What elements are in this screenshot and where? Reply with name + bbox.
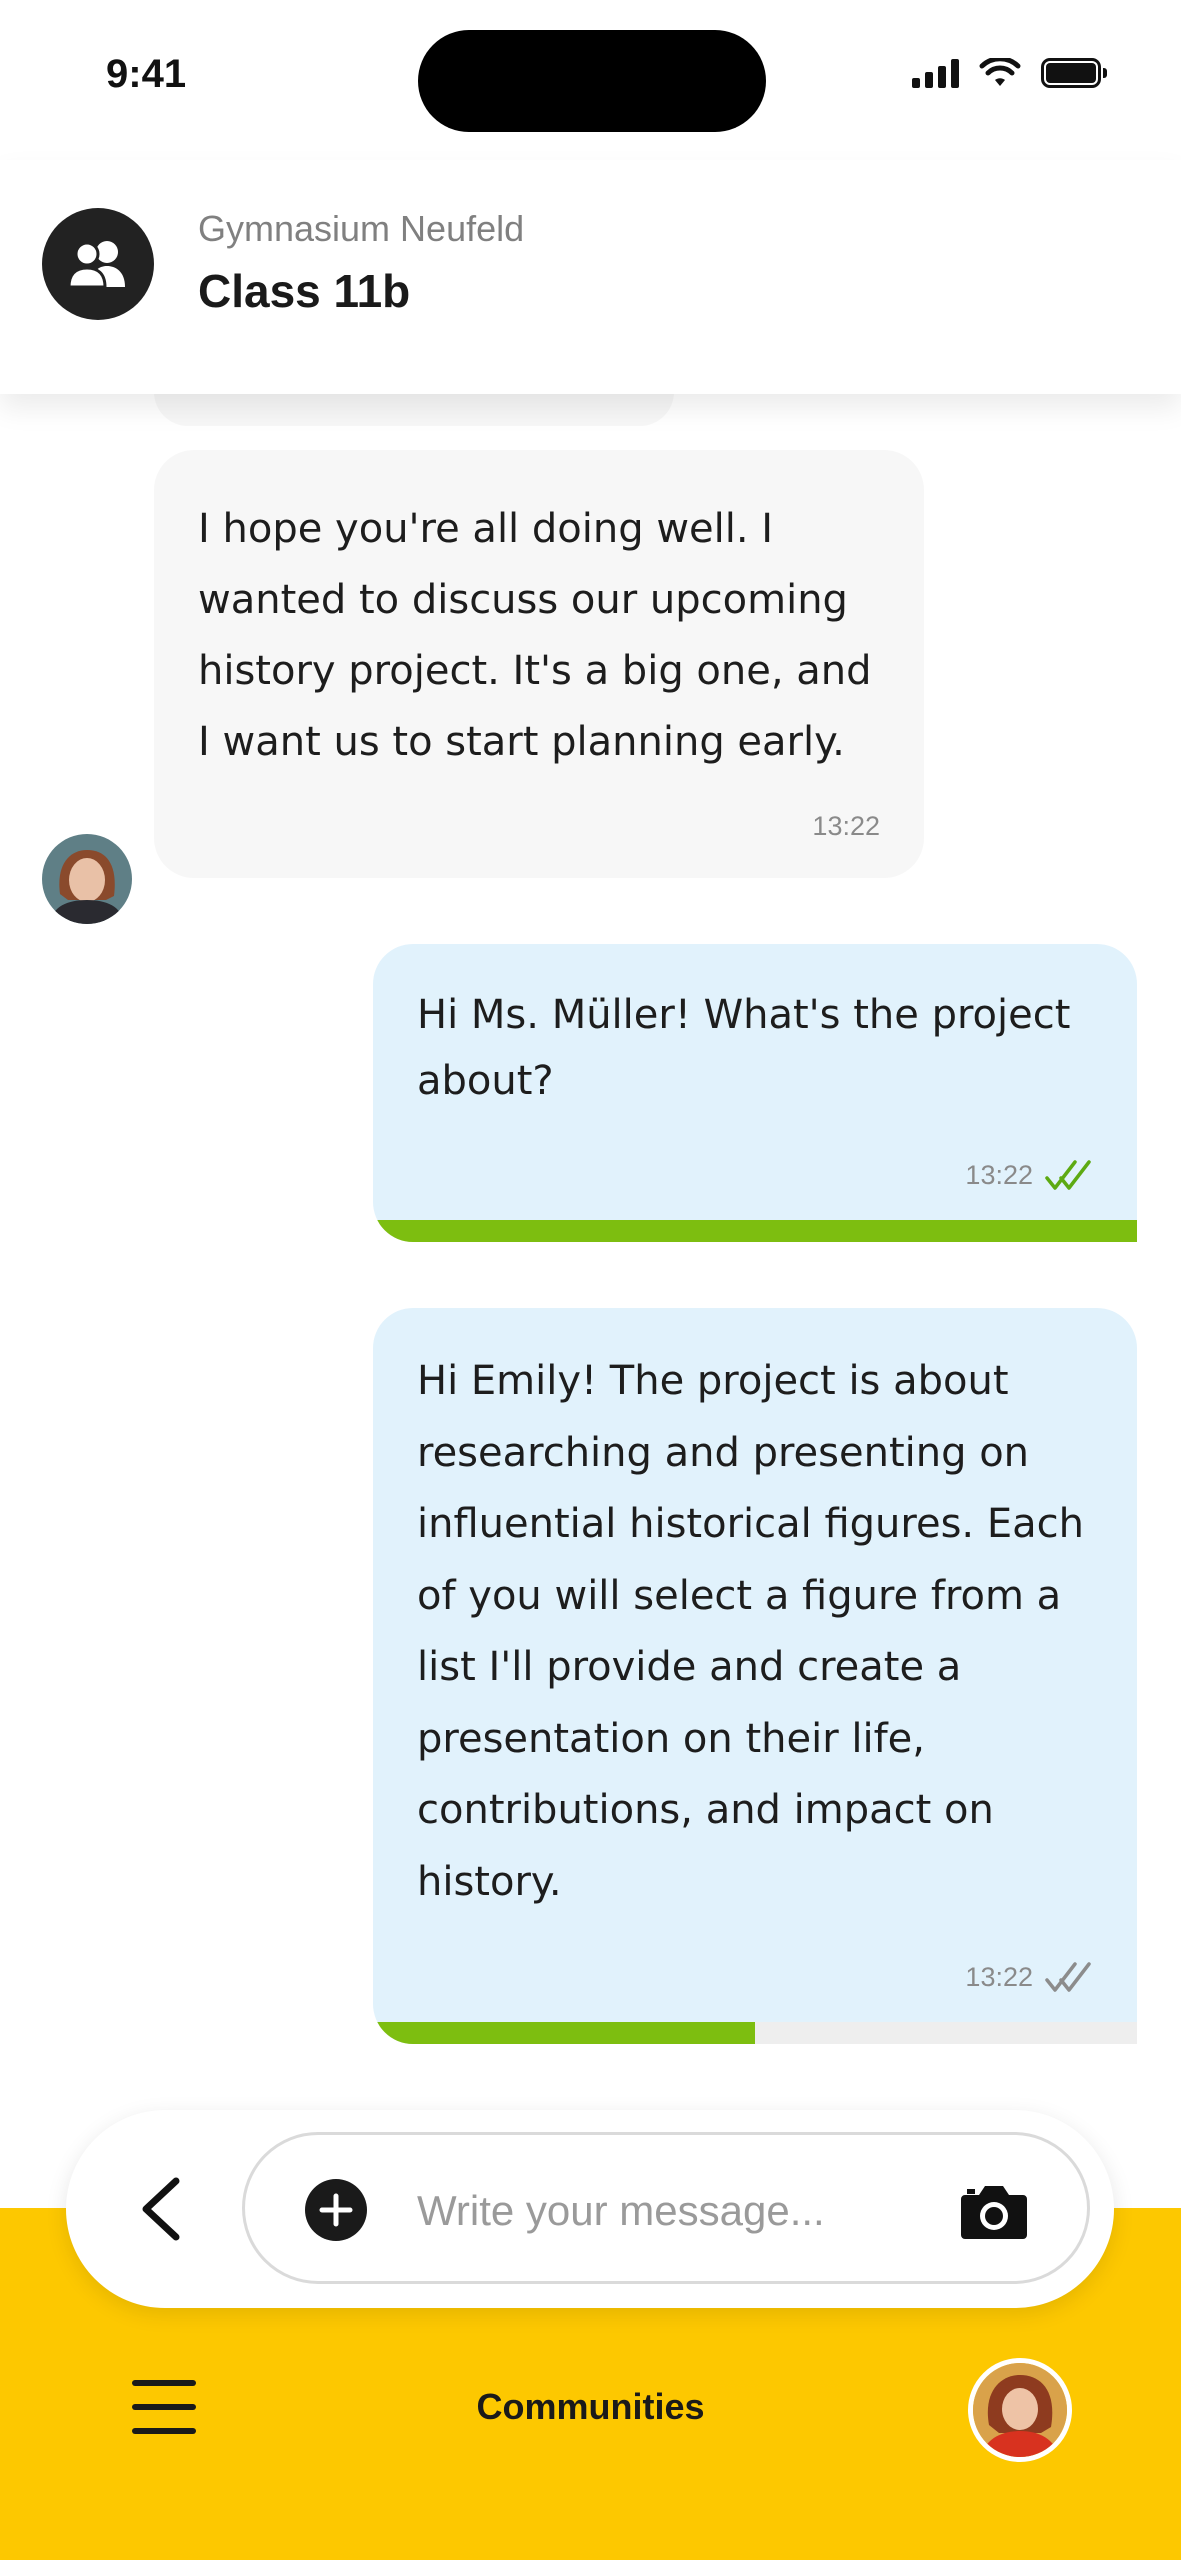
- profile-avatar[interactable]: [968, 2358, 1072, 2462]
- group-title: Class 11b: [198, 265, 411, 317]
- message-time: 13:22: [965, 1159, 1033, 1190]
- teacher-portrait: [42, 834, 132, 924]
- message-progress-fill: [373, 1220, 1137, 1242]
- plus-circle-icon: [319, 2193, 353, 2227]
- user-portrait: [973, 2363, 1067, 2457]
- add-attachment-button[interactable]: [305, 2179, 367, 2241]
- message-text: Hi Ms. Müller! What's the project about?: [417, 992, 1071, 1104]
- dynamic-island: [418, 30, 766, 132]
- cellular-signal-icon: [912, 58, 959, 88]
- status-icons: [912, 58, 1107, 88]
- status-time: 9:41: [106, 52, 187, 96]
- message-text: I hope you're all doing well. I wanted t…: [198, 506, 872, 765]
- double-check-delivered-icon: [1045, 1962, 1091, 1992]
- camera-button[interactable]: [959, 2181, 1029, 2241]
- group-avatar[interactable]: [42, 208, 154, 320]
- message-progress-fill: [373, 2022, 755, 2044]
- group-icon: [67, 241, 125, 289]
- chat-header[interactable]: Gymnasium Neufeld Class 11b: [0, 160, 1181, 394]
- message-progress-track: [373, 2022, 1137, 2044]
- message-input[interactable]: [415, 2175, 909, 2247]
- sender-avatar[interactable]: [42, 834, 132, 924]
- outgoing-message[interactable]: Hi Emily! The project is about researchi…: [373, 1308, 1137, 2044]
- organization-name: Gymnasium Neufeld: [198, 208, 525, 249]
- message-time: 13:22: [965, 1961, 1033, 1992]
- previous-message-bubble: [154, 392, 674, 426]
- chevron-left-icon: [142, 2177, 180, 2241]
- message-meta: 13:22: [965, 1960, 1093, 1994]
- message-text: Hi Emily! The project is about researchi…: [417, 1358, 1084, 1905]
- incoming-message[interactable]: I hope you're all doing well. I wanted t…: [154, 450, 924, 878]
- outgoing-message[interactable]: Hi Ms. Müller! What's the project about?…: [373, 944, 1137, 1242]
- message-time: 13:22: [812, 811, 880, 841]
- double-check-read-icon: [1045, 1160, 1091, 1190]
- message-progress-track: [373, 1220, 1137, 1242]
- message-field[interactable]: [242, 2132, 1090, 2284]
- message-meta: 13:22: [965, 1158, 1093, 1192]
- battery-icon: [1041, 58, 1107, 88]
- message-composer: [66, 2110, 1114, 2308]
- camera-icon: [961, 2186, 1027, 2239]
- wifi-icon: [979, 58, 1021, 86]
- back-button[interactable]: [118, 2166, 204, 2252]
- status-bar: 9:41: [0, 0, 1181, 160]
